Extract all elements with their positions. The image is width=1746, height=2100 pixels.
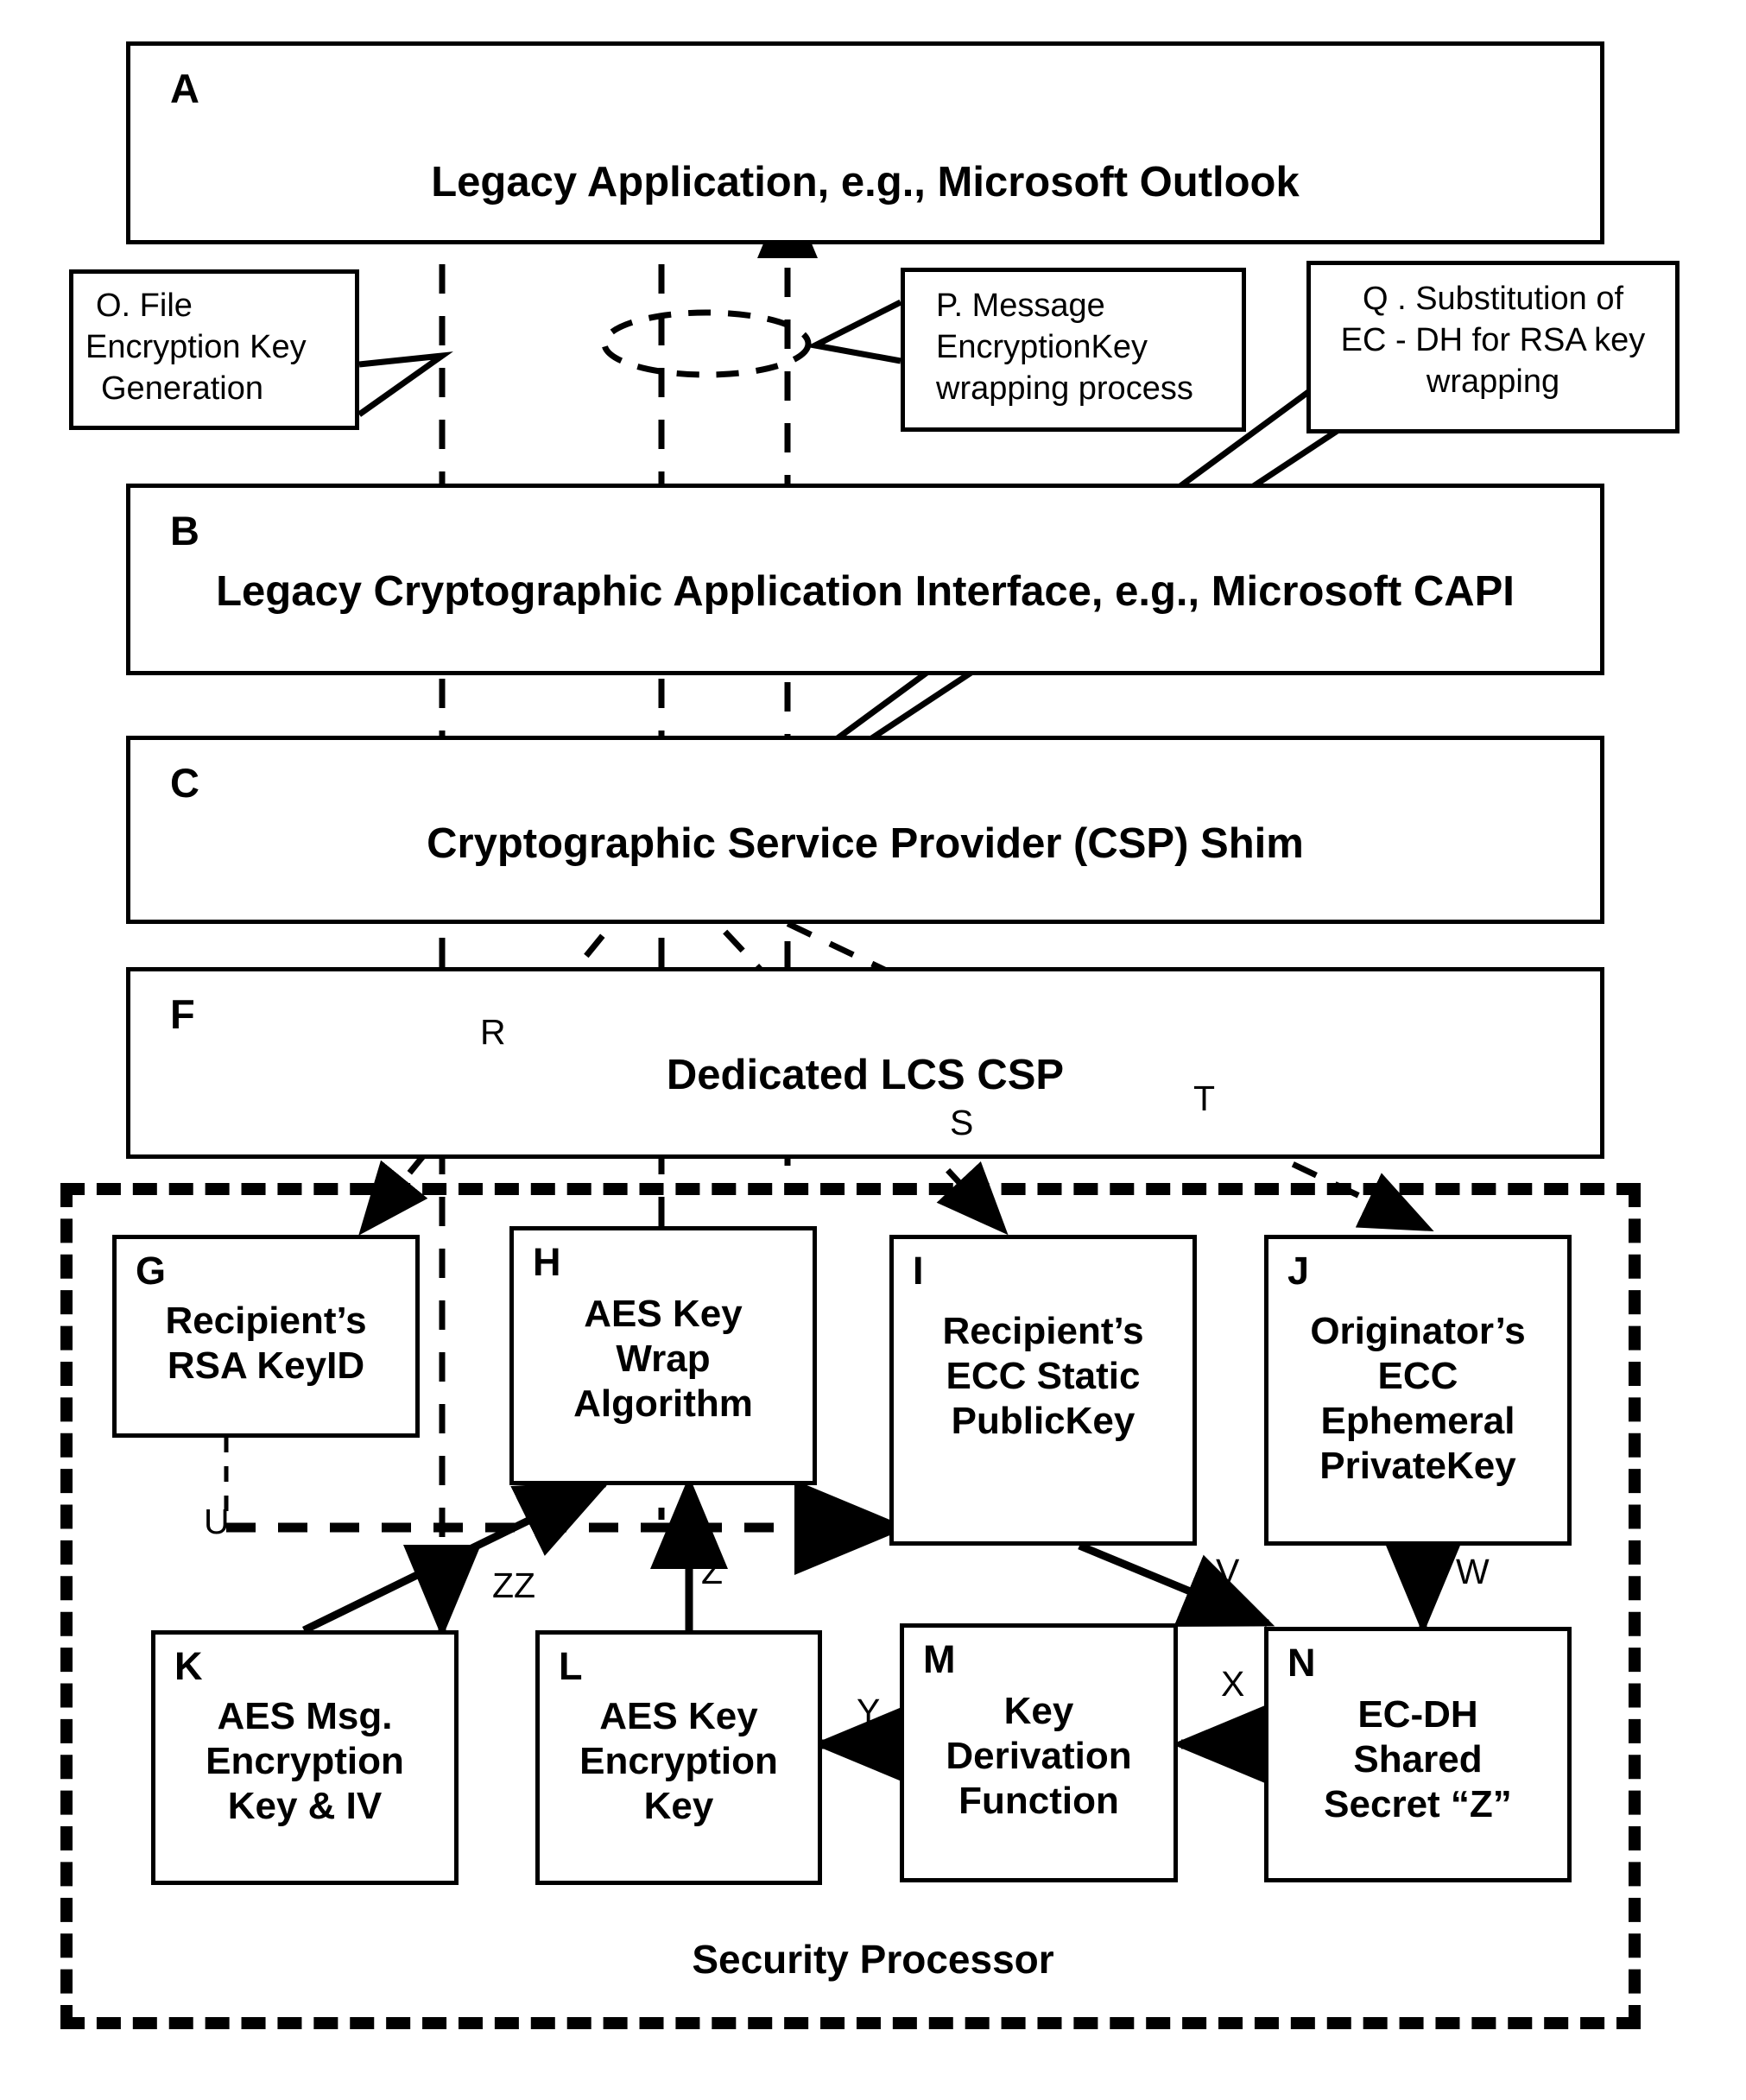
node-box-j[interactable]: J Originator’s ECC Ephemeral PrivateKey [1264,1235,1572,1546]
node-letter-m: M [923,1637,956,1681]
layer-title-b: Legacy Cryptographic Application Interfa… [216,568,1515,615]
node-i-line-3: PublicKey [951,1400,1136,1442]
callout-o-line-2: Encryption Key [85,329,307,365]
node-letter-g: G [136,1249,167,1293]
node-h-line-2: Wrap [616,1338,711,1380]
node-h-line-1: AES Key [584,1293,743,1335]
layer-title-f: Dedicated LCS CSP [666,1052,1065,1098]
node-j-line-4: PrivateKey [1319,1445,1516,1487]
node-letter-k: K [174,1644,203,1688]
node-k-line-3: Key & IV [227,1785,383,1827]
edge-label-w: W [1456,1552,1490,1591]
edge-label-v: V [1216,1552,1240,1591]
node-n-line-2: Shared [1353,1738,1483,1781]
node-box-g[interactable]: G Recipient’s RSA KeyID [112,1235,420,1438]
node-n-line-1: EC-DH [1357,1693,1478,1736]
node-box-i[interactable]: I Recipient’s ECC Static PublicKey [889,1235,1197,1546]
callout-box-o[interactable]: O. File Encryption Key Generation [69,269,359,430]
node-l-line-2: Encryption [579,1740,778,1782]
edge-label-z: Z [701,1552,724,1591]
callout-o-line-1: O. File [96,288,193,324]
node-box-m[interactable]: M Key Derivation Function [900,1623,1178,1882]
edge-label-x: X [1221,1664,1245,1704]
node-j-line-3: Ephemeral [1320,1400,1515,1442]
layer-box-a[interactable]: A Legacy Application, e.g., Microsoft Ou… [126,41,1604,244]
node-j-line-1: Originator’s [1310,1310,1526,1352]
node-m-line-1: Key [1003,1690,1074,1732]
node-letter-j: J [1287,1249,1310,1293]
edge-label-t: T [1193,1078,1216,1118]
node-g-line-2: RSA KeyID [167,1344,365,1387]
node-box-l[interactable]: L AES Key Encryption Key [535,1630,822,1885]
layer-title-a: Legacy Application, e.g., Microsoft Outl… [431,159,1300,206]
node-j-line-2: ECC [1377,1355,1458,1397]
node-g-line-1: Recipient’s [165,1300,367,1342]
callout-o-line-3: Generation [101,370,264,407]
node-l-line-1: AES Key [599,1695,758,1737]
callout-q-line-1: Q . Substitution of [1362,281,1624,317]
layer-title-c: Cryptographic Service Provider (CSP) Shi… [427,820,1304,867]
node-m-line-2: Derivation [946,1735,1132,1777]
edge-label-r: R [480,1012,506,1052]
node-box-n[interactable]: N EC-DH Shared Secret “Z” [1264,1627,1572,1882]
node-i-line-2: ECC Static [946,1355,1141,1397]
edge-label-zz: ZZ [492,1566,536,1605]
node-i-line-1: Recipient’s [942,1310,1144,1352]
node-box-k[interactable]: K AES Msg. Encryption Key & IV [151,1630,459,1885]
callout-p-line-1: P. Message [936,288,1105,324]
node-k-line-1: AES Msg. [217,1695,393,1737]
layer-letter-f: F [170,991,195,1037]
callout-o-tail [357,351,453,417]
node-box-h[interactable]: H AES Key Wrap Algorithm [509,1226,817,1485]
layer-box-b[interactable]: B Legacy Cryptographic Application Inter… [126,484,1604,675]
callout-box-p[interactable]: P. Message EncryptionKey wrapping proces… [901,268,1246,432]
layer-letter-b: B [170,508,199,553]
node-letter-h: H [533,1240,561,1284]
node-m-line-3: Function [958,1780,1119,1822]
node-k-line-2: Encryption [206,1740,404,1782]
node-l-line-3: Key [643,1785,714,1827]
edge-label-y: Y [857,1692,881,1731]
message-key-wrap-ellipse [601,309,812,378]
layer-letter-a: A [170,66,199,111]
layer-box-c[interactable]: C Cryptographic Service Provider (CSP) S… [126,736,1604,924]
layer-letter-c: C [170,760,199,806]
edge-label-s: S [950,1103,974,1142]
layer-box-f[interactable]: F Dedicated LCS CSP [126,967,1604,1159]
node-n-line-3: Secret “Z” [1324,1783,1512,1825]
node-letter-n: N [1287,1641,1316,1685]
node-h-line-3: Algorithm [573,1382,753,1425]
figure-canvas: A Legacy Application, e.g., Microsoft Ou… [0,0,1746,2100]
callout-p-tail [806,299,902,364]
node-letter-l: L [559,1644,583,1688]
callout-p-line-3: wrapping process [936,370,1193,407]
callout-q-line-2: EC - DH for RSA key [1340,322,1646,358]
callout-p-line-2: EncryptionKey [936,329,1148,365]
security-processor-label: Security Processor [692,1937,1054,1982]
callout-box-q[interactable]: Q . Substitution of EC - DH for RSA key … [1306,261,1680,433]
node-letter-i: I [913,1249,924,1293]
edge-label-u: U [204,1502,230,1541]
callout-q-line-3: wrapping [1426,364,1560,400]
